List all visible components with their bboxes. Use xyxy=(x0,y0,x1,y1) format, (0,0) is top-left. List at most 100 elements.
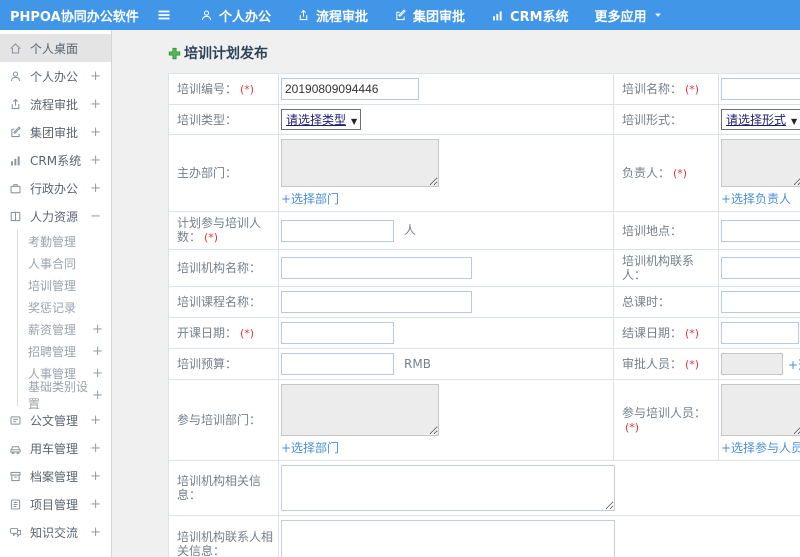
course-name-label: 培训课程名称： xyxy=(177,295,262,309)
expand-plus-icon[interactable]: + xyxy=(92,388,103,403)
org-contact-info-textarea[interactable] xyxy=(281,520,615,557)
sidebar-item-workflow-approval[interactable]: 流程审批 + xyxy=(0,90,111,118)
sidebar-item-attendance-mgmt-label: 考勤管理 xyxy=(28,234,77,249)
main-content: 培训计划发布 培训编号：(*)培训名称：(*)培训类型：请选择类型▼培训形式：请… xyxy=(112,30,800,557)
topnav-more-apps[interactable]: 更多应用 xyxy=(595,6,663,25)
sidebar-item-attendance-mgmt[interactable]: 考勤管理 xyxy=(18,230,111,252)
form-row: 培训机构联系人相关信息： xyxy=(168,515,800,557)
training-no-field xyxy=(281,78,609,100)
host-department-label: 主办部门： xyxy=(177,166,238,180)
budget-input[interactable] xyxy=(281,353,394,375)
expand-plus-icon[interactable]: + xyxy=(90,413,101,428)
topnav-personal-office[interactable]: 个人办公 xyxy=(200,6,271,25)
topnav-group-approval[interactable]: 集团审批 xyxy=(394,6,465,25)
topnav-crm-system[interactable]: CRM系统 xyxy=(491,6,569,25)
planned-participants-required-mark: (*) xyxy=(204,231,219,244)
training-name-input[interactable] xyxy=(721,78,800,100)
participants-textarea[interactable] xyxy=(721,384,800,436)
sidebar-item-project-mgmt[interactable]: 项目管理 + xyxy=(0,490,111,518)
sidebar-item-basic-category-settings-label: 基础类别设置 xyxy=(28,380,89,411)
participating-departments-label: 参与培训部门： xyxy=(177,413,262,427)
collapse-minus-icon[interactable]: − xyxy=(90,209,101,224)
training-form-select[interactable]: 请选择形式 ▼ xyxy=(721,109,800,130)
expand-plus-icon[interactable]: + xyxy=(92,344,103,359)
sidebar-item-knowledge-exchange[interactable]: 知识交流 + xyxy=(0,518,111,546)
expand-plus-icon[interactable]: + xyxy=(90,125,101,140)
end-date-field xyxy=(721,322,800,344)
leader-picker-link[interactable]: +选择负责人 xyxy=(721,190,791,207)
sidebar-item-crm-system[interactable]: CRM系统 + xyxy=(0,146,111,174)
planned-participants-unit-label: 人 xyxy=(404,223,417,237)
sidebar-item-human-resources[interactable]: 人力资源 − xyxy=(0,202,111,230)
sidebar-item-archive-mgmt[interactable]: 档案管理 + xyxy=(0,462,111,490)
sidebar-item-knowledge-exchange-label: 知识交流 xyxy=(30,525,79,540)
expand-plus-icon[interactable]: + xyxy=(90,97,101,112)
org-info-textarea[interactable] xyxy=(281,465,615,511)
hamburger-menu-icon[interactable] xyxy=(156,7,174,23)
sidebar-item-vehicle-mgmt-label: 用车管理 xyxy=(30,441,79,456)
training-type-select[interactable]: 请选择类型 ▼ xyxy=(281,109,362,130)
expand-plus-icon[interactable]: + xyxy=(90,69,101,84)
add-plus-icon xyxy=(168,47,181,60)
expand-plus-icon[interactable]: + xyxy=(90,153,101,168)
sidebar-item-recruit-mgmt[interactable]: 招聘管理 + xyxy=(18,340,111,362)
expand-plus-icon[interactable]: + xyxy=(90,525,101,540)
org-contact-info-label: 培训机构联系人相关信息： xyxy=(177,530,274,557)
approver-picker-link[interactable]: +选择审批人员 xyxy=(788,358,800,372)
leader-label-cell: 负责人： (*) xyxy=(613,134,719,212)
chart-icon xyxy=(9,153,24,167)
host-department-textarea[interactable] xyxy=(281,139,439,187)
sidebar-item-personnel-contract-label: 人事合同 xyxy=(28,256,77,271)
sidebar-item-reward-punishment[interactable]: 奖惩记录 xyxy=(18,296,111,318)
sidebar-item-vehicle-mgmt[interactable]: 用车管理 + xyxy=(0,434,111,462)
expand-plus-icon[interactable]: + xyxy=(92,366,103,381)
training-form-field-cell: 请选择形式 ▼ xyxy=(718,104,800,135)
end-date-input[interactable] xyxy=(721,322,799,344)
sidebar-item-training-mgmt[interactable]: 培训管理 xyxy=(18,274,111,296)
participating-departments-picker-link[interactable]: +选择部门 xyxy=(281,439,339,456)
flow-icon xyxy=(297,9,310,22)
topnav-workflow-approval[interactable]: 流程审批 xyxy=(297,6,368,25)
sidebar-item-admin-office[interactable]: 行政办公 + xyxy=(0,174,111,202)
total-hours-field xyxy=(721,291,800,313)
planned-participants-input[interactable] xyxy=(281,219,394,242)
home-icon xyxy=(9,41,24,55)
participating-departments-field-cell: +选择部门 xyxy=(278,379,614,461)
host-department-picker-link[interactable]: +选择部门 xyxy=(281,190,339,207)
participating-departments-label-cell: 参与培训部门： xyxy=(168,379,279,461)
training-no-input[interactable] xyxy=(281,78,419,100)
course-name-label-cell: 培训课程名称： xyxy=(168,286,279,318)
start-date-required-mark: (*) xyxy=(240,326,255,340)
expand-plus-icon[interactable]: + xyxy=(90,181,101,196)
sidebar-item-personal-desktop[interactable]: 个人桌面 xyxy=(0,34,111,62)
start-date-field xyxy=(281,322,609,344)
sidebar-item-group-approval[interactable]: 集团审批 + xyxy=(0,118,111,146)
org-contact-input[interactable] xyxy=(721,257,800,279)
participating-departments-textarea[interactable] xyxy=(281,384,439,436)
training-location-field xyxy=(721,219,800,242)
org-name-input[interactable] xyxy=(281,257,472,279)
participants-picker-link[interactable]: +选择参与人员 xyxy=(721,439,800,456)
host-department-label-cell: 主办部门： xyxy=(168,134,279,212)
sidebar-item-salary-mgmt[interactable]: 薪资管理 + xyxy=(18,318,111,340)
expand-plus-icon[interactable]: + xyxy=(90,441,101,456)
training-location-input[interactable] xyxy=(721,219,800,242)
planned-participants-field: 人 xyxy=(281,219,609,242)
expand-plus-icon[interactable]: + xyxy=(90,469,101,484)
course-name-field-cell xyxy=(278,286,614,318)
expand-plus-icon[interactable]: + xyxy=(92,322,103,337)
course-name-input[interactable] xyxy=(281,291,472,313)
start-date-input[interactable] xyxy=(281,322,394,344)
total-hours-input[interactable] xyxy=(721,291,800,313)
expand-plus-icon[interactable]: + xyxy=(90,497,101,512)
sidebar-item-basic-category-settings[interactable]: 基础类别设置 + xyxy=(18,380,111,411)
sidebar-item-personnel-contract[interactable]: 人事合同 xyxy=(18,252,111,274)
org-info-field xyxy=(281,465,800,511)
org-name-field-cell xyxy=(278,249,614,287)
sidebar-item-personal-office[interactable]: 个人办公 + xyxy=(0,62,111,90)
flow-icon xyxy=(9,97,24,111)
briefcase-icon xyxy=(9,181,24,195)
approver-input[interactable] xyxy=(721,353,783,375)
leader-textarea[interactable] xyxy=(721,139,800,187)
training-form-label: 培训形式： xyxy=(622,112,683,127)
